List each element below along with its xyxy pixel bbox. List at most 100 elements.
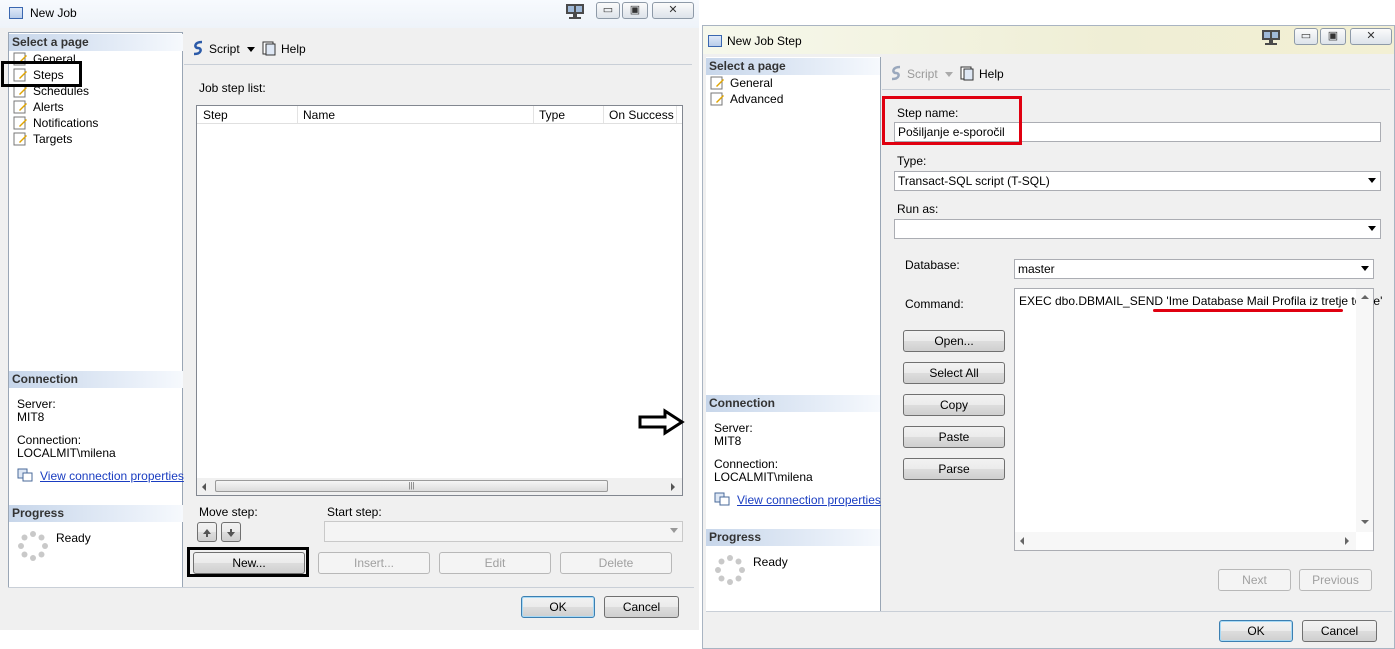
page-icon <box>13 132 27 146</box>
nav-general[interactable]: General <box>708 75 773 91</box>
page-icon <box>710 92 724 106</box>
server-value: MIT8 <box>714 434 742 448</box>
script-dropdown-arrow[interactable] <box>945 72 953 77</box>
move-down-button[interactable] <box>221 522 241 542</box>
new-job-step-window: New Job Step ▭ ▣ ✕ Select a page General… <box>702 25 1395 649</box>
nav-alerts[interactable]: Alerts <box>11 99 64 115</box>
database-combo[interactable]: master <box>1014 259 1374 279</box>
nav-notifications[interactable]: Notifications <box>11 115 98 131</box>
minimize-button[interactable]: ▭ <box>1294 28 1318 45</box>
scroll-right-arrow[interactable] <box>671 483 675 491</box>
copy-button[interactable]: Copy <box>903 394 1005 416</box>
start-step-combo[interactable] <box>324 521 683 542</box>
progress-spinner-icon <box>715 555 745 585</box>
help-button[interactable]: Help <box>979 67 1004 81</box>
steps-highlight <box>1 61 82 87</box>
network-icon <box>1262 30 1280 45</box>
ok-button[interactable]: OK <box>521 596 595 618</box>
scroll-left-arrow[interactable] <box>1020 537 1024 545</box>
page-icon <box>710 76 724 90</box>
insert-button[interactable]: Insert... <box>318 552 430 574</box>
arrow-down-icon <box>227 528 235 537</box>
close-button[interactable]: ✕ <box>652 2 694 19</box>
cancel-button[interactable]: Cancel <box>604 596 679 618</box>
cancel-button[interactable]: Cancel <box>1302 620 1377 642</box>
progress-header: Progress <box>706 529 880 546</box>
help-button[interactable]: Help <box>281 42 306 56</box>
column-type[interactable]: Type <box>539 108 565 122</box>
minimize-button[interactable]: ▭ <box>596 2 620 19</box>
script-button[interactable]: Script <box>907 67 938 81</box>
properties-icon <box>714 492 730 506</box>
previous-button[interactable]: Previous <box>1299 569 1372 591</box>
column-on-success[interactable]: On Success <box>609 108 674 122</box>
page-icon <box>13 116 27 130</box>
type-combo[interactable]: Transact-SQL script (T-SQL) <box>894 171 1381 191</box>
progress-status: Ready <box>56 531 91 545</box>
connection-value: LOCALMIT\milena <box>714 470 813 484</box>
horizontal-scrollbar[interactable]: ||| <box>197 478 682 495</box>
edit-button[interactable]: Edit <box>439 552 551 574</box>
step-name-highlight <box>882 96 1022 145</box>
view-connection-properties-link[interactable]: View connection properties <box>737 493 881 507</box>
command-red-underline <box>1153 309 1343 312</box>
connection-value: LOCALMIT\milena <box>17 446 116 460</box>
ok-button[interactable]: OK <box>1219 620 1293 642</box>
horizontal-scrollbar[interactable] <box>1015 532 1356 550</box>
window-title: New Job Step <box>727 34 802 48</box>
start-step-label: Start step: <box>327 505 382 519</box>
list-header: Step Name Type On Success <box>197 106 682 124</box>
maximize-button[interactable]: ▣ <box>622 2 648 19</box>
left-pane: Select a page General Advanced Connectio… <box>706 57 881 612</box>
page-icon <box>13 100 27 114</box>
new-job-window: New Job ▭ ▣ ✕ Select a page General Step… <box>0 0 699 630</box>
move-up-button[interactable] <box>197 522 217 542</box>
title-bar <box>703 26 1394 54</box>
server-label: Server: <box>714 421 753 435</box>
column-step[interactable]: Step <box>203 108 228 122</box>
job-step-list[interactable]: Step Name Type On Success ||| <box>196 105 683 496</box>
command-highlighted-text: Ime Database Mail Profila iz tretje točk… <box>1168 294 1381 308</box>
scroll-down-arrow[interactable] <box>1361 520 1369 524</box>
parse-button[interactable]: Parse <box>903 458 1005 480</box>
server-value: MIT8 <box>17 410 45 424</box>
progress-header: Progress <box>9 505 183 522</box>
scroll-thumb[interactable]: ||| <box>215 480 608 492</box>
nav-targets[interactable]: Targets <box>11 131 72 147</box>
column-name[interactable]: Name <box>303 108 335 122</box>
toolbar: Script Help <box>184 33 692 65</box>
close-button[interactable]: ✕ <box>1350 28 1392 45</box>
paste-button[interactable]: Paste <box>903 426 1005 448</box>
view-connection-properties-link[interactable]: View connection properties <box>40 469 184 483</box>
database-label: Database: <box>905 258 960 272</box>
delete-button[interactable]: Delete <box>560 552 672 574</box>
app-icon <box>708 35 722 47</box>
nav-advanced[interactable]: Advanced <box>708 91 783 107</box>
next-button[interactable]: Next <box>1218 569 1291 591</box>
scroll-right-arrow[interactable] <box>1345 537 1349 545</box>
scroll-left-arrow[interactable] <box>202 483 206 491</box>
chevron-down-icon <box>1368 226 1376 231</box>
command-label: Command: <box>905 297 964 311</box>
script-button[interactable]: Script <box>209 42 240 56</box>
select-all-button[interactable]: Select All <box>903 362 1005 384</box>
help-icon <box>960 66 974 81</box>
toolbar: Script Help <box>882 58 1390 90</box>
open-button[interactable]: Open... <box>903 330 1005 352</box>
connection-label: Connection: <box>714 457 779 471</box>
select-page-header: Select a page <box>9 34 183 51</box>
script-dropdown-arrow[interactable] <box>247 47 255 52</box>
run-as-combo[interactable] <box>894 219 1381 239</box>
maximize-button[interactable]: ▣ <box>1320 28 1346 45</box>
scroll-up-arrow[interactable] <box>1361 295 1369 299</box>
job-step-list-label: Job step list: <box>199 81 266 95</box>
arrow-right-icon <box>638 408 685 436</box>
command-editor[interactable]: EXEC dbo.DBMAIL_SEND 'Ime Database Mail … <box>1014 288 1382 551</box>
run-as-label: Run as: <box>897 202 939 216</box>
arrow-up-icon <box>203 528 211 537</box>
connection-header: Connection <box>9 371 183 388</box>
chevron-down-icon <box>1368 178 1376 183</box>
vertical-scrollbar[interactable] <box>1356 289 1373 532</box>
chevron-down-icon <box>1361 266 1369 271</box>
server-label: Server: <box>17 397 56 411</box>
